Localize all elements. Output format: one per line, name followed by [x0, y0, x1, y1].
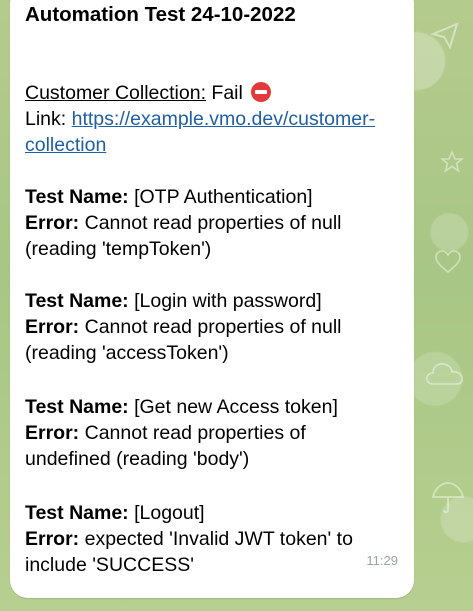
error-line-continued: include 'SUCCESS': [25, 554, 194, 576]
paper-plane-icon: [430, 20, 460, 50]
heart-icon: [435, 250, 461, 274]
error-text: Cannot read properties of null: [84, 212, 342, 234]
message-timestamp: 11:29: [366, 553, 398, 568]
error-line: Error: Cannot read properties of null: [25, 314, 342, 340]
collection-link[interactable]: https://example.vmo.dev/customer-: [72, 108, 375, 130]
test-name-label: Test Name:: [25, 396, 129, 418]
error-line: Error: Cannot read properties of null: [25, 210, 342, 236]
error-label: Error:: [25, 316, 80, 338]
test-name-label: Test Name:: [25, 290, 129, 312]
error-text: Cannot read properties of null: [84, 316, 342, 338]
error-line-continued: (reading 'tempToken'): [25, 238, 212, 260]
no-entry-icon: [251, 82, 272, 102]
test-name: [OTP Authentication]: [134, 186, 313, 208]
message-title: Automation Test 24-10-2022: [25, 3, 296, 26]
collection-status: Fail: [211, 82, 243, 104]
test-name-label: Test Name:: [25, 186, 129, 208]
test-name: [Get new Access token]: [134, 396, 338, 418]
link-line: Link: https://example.vmo.dev/customer-: [25, 106, 375, 132]
error-line: Error: expected 'Invalid JWT token' to: [25, 526, 353, 552]
test-name-line: Test Name: [Login with password]: [25, 288, 322, 314]
link-label: Link:: [25, 108, 67, 130]
error-label: Error:: [25, 212, 80, 234]
error-line-continued: undefined (reading 'body'): [25, 448, 250, 470]
umbrella-icon: [430, 480, 466, 516]
collection-link-continued[interactable]: collection: [25, 134, 106, 156]
error-label: Error:: [25, 422, 80, 444]
message-bubble[interactable]: Automation Test 24-10-2022 Customer Coll…: [10, 0, 414, 598]
error-text: Cannot read properties of: [84, 422, 306, 444]
test-name: [Login with password]: [134, 290, 322, 312]
star-icon: [440, 150, 464, 174]
error-line: Error: Cannot read properties of: [25, 420, 306, 446]
collection-status-line: Customer Collection: Fail: [25, 80, 272, 106]
test-name-line: Test Name: [OTP Authentication]: [25, 184, 313, 210]
link-line-continued: collection: [25, 132, 106, 158]
test-name-line: Test Name: [Logout]: [25, 500, 205, 526]
test-name-label: Test Name:: [25, 502, 129, 524]
error-line-continued: (reading 'accessToken'): [25, 342, 229, 364]
test-name-line: Test Name: [Get new Access token]: [25, 394, 338, 420]
test-name: [Logout]: [134, 502, 205, 524]
error-label: Error:: [25, 528, 80, 550]
collection-label: Customer Collection:: [25, 82, 206, 104]
error-text: expected 'Invalid JWT token' to: [84, 528, 353, 550]
cloud-icon: [425, 360, 465, 386]
